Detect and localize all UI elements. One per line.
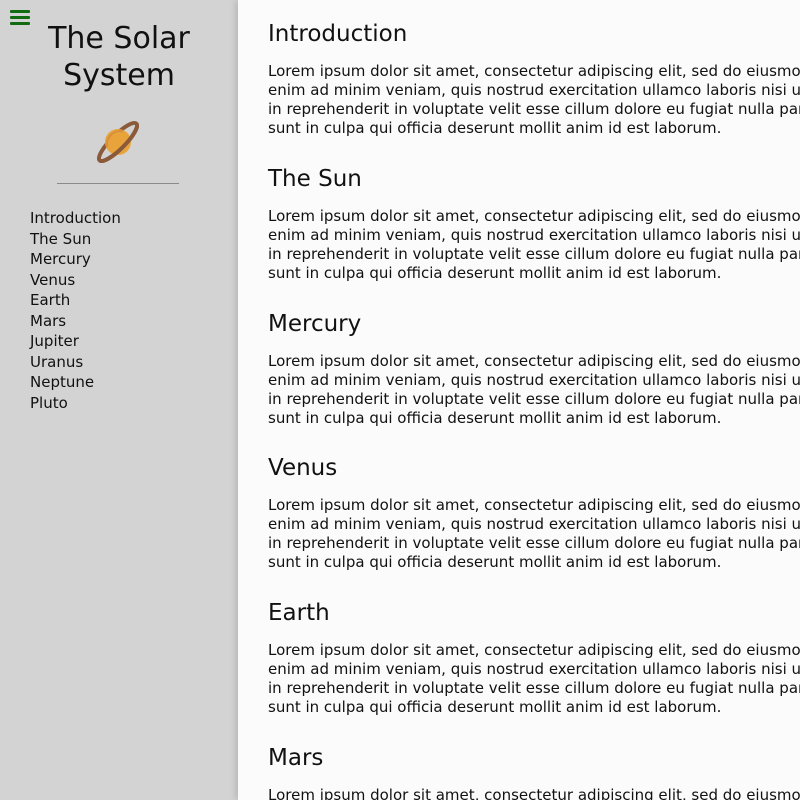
section-paragraph: Lorem ipsum dolor sit amet, consectetur … (268, 62, 800, 138)
menu-bar (10, 16, 30, 19)
section-paragraph: Lorem ipsum dolor sit amet, consectetur … (268, 352, 800, 428)
paragraph-line: in reprehenderit in voluptate velit esse… (268, 679, 800, 697)
site-title-line-1: The Solar (48, 21, 190, 56)
section-heading: Mercury (268, 311, 362, 337)
section-heading: Introduction (268, 21, 408, 47)
nav-item-pluto[interactable]: Pluto (30, 393, 121, 414)
paragraph-line: sunt in culpa qui officia deserunt molli… (268, 409, 722, 427)
menu-bar (10, 10, 30, 13)
nav-item-venus[interactable]: Venus (30, 270, 121, 291)
sidebar: The Solar System Introduction The Sun Me… (0, 0, 238, 800)
section-mercury: Mercury Lorem ipsum dolor sit amet, cons… (268, 309, 800, 428)
paragraph-line: Lorem ipsum dolor sit amet, consectetur … (268, 62, 800, 80)
nav-item-mars[interactable]: Mars (30, 311, 121, 332)
section-paragraph: Lorem ipsum dolor sit amet, consectetur … (268, 207, 800, 283)
site-title-line-2: System (63, 58, 175, 93)
paragraph-line: Lorem ipsum dolor sit amet, consectetur … (268, 641, 800, 659)
paragraph-line: Lorem ipsum dolor sit amet, consectetur … (268, 352, 800, 370)
nav-item-the-sun[interactable]: The Sun (30, 229, 121, 250)
nav-item-mercury[interactable]: Mercury (30, 249, 121, 270)
paragraph-line: in reprehenderit in voluptate velit esse… (268, 100, 800, 118)
section-the-sun: The Sun Lorem ipsum dolor sit amet, cons… (268, 164, 800, 283)
section-paragraph: Lorem ipsum dolor sit amet, consectetur … (268, 496, 800, 572)
nav-item-introduction[interactable]: Introduction (30, 208, 121, 229)
page: The Solar System Introduction The Sun Me… (0, 0, 800, 800)
paragraph-line: Lorem ipsum dolor sit amet, consectetur … (268, 207, 800, 225)
paragraph-line: sunt in culpa qui officia deserunt molli… (268, 553, 722, 571)
section-heading: Mars (268, 745, 324, 771)
paragraph-line: Lorem ipsum dolor sit amet, consectetur … (268, 786, 800, 800)
section-mars: Mars Lorem ipsum dolor sit amet, consect… (268, 743, 800, 800)
paragraph-line: sunt in culpa qui officia deserunt molli… (268, 264, 722, 282)
main-content: Introduction Lorem ipsum dolor sit amet,… (238, 0, 800, 800)
section-venus: Venus Lorem ipsum dolor sit amet, consec… (268, 453, 800, 572)
section-paragraph: Lorem ipsum dolor sit amet, consectetur … (268, 786, 800, 800)
paragraph-line: enim ad minim veniam, quis nostrud exerc… (268, 660, 800, 678)
nav-item-jupiter[interactable]: Jupiter (30, 331, 121, 352)
section-paragraph: Lorem ipsum dolor sit amet, consectetur … (268, 641, 800, 717)
sidebar-nav: Introduction The Sun Mercury Venus Earth… (30, 208, 121, 413)
paragraph-line: Lorem ipsum dolor sit amet, consectetur … (268, 496, 800, 514)
planet-icon (96, 120, 140, 164)
site-title: The Solar System (0, 20, 238, 94)
paragraph-line: in reprehenderit in voluptate velit esse… (268, 390, 800, 408)
nav-item-earth[interactable]: Earth (30, 290, 121, 311)
paragraph-line: in reprehenderit in voluptate velit esse… (268, 534, 800, 552)
section-introduction: Introduction Lorem ipsum dolor sit amet,… (268, 19, 800, 138)
nav-item-neptune[interactable]: Neptune (30, 372, 121, 393)
paragraph-line: sunt in culpa qui officia deserunt molli… (268, 119, 722, 137)
section-earth: Earth Lorem ipsum dolor sit amet, consec… (268, 598, 800, 717)
section-heading: Venus (268, 455, 338, 481)
paragraph-line: sunt in culpa qui officia deserunt molli… (268, 698, 722, 716)
paragraph-line: enim ad minim veniam, quis nostrud exerc… (268, 81, 800, 99)
paragraph-line: in reprehenderit in voluptate velit esse… (268, 245, 800, 263)
section-heading: The Sun (268, 166, 362, 192)
paragraph-line: enim ad minim veniam, quis nostrud exerc… (268, 226, 800, 244)
paragraph-line: enim ad minim veniam, quis nostrud exerc… (268, 371, 800, 389)
nav-item-uranus[interactable]: Uranus (30, 352, 121, 373)
paragraph-line: enim ad minim veniam, quis nostrud exerc… (268, 515, 800, 533)
sidebar-divider (57, 183, 179, 184)
planet-body (105, 129, 131, 155)
section-heading: Earth (268, 600, 330, 626)
